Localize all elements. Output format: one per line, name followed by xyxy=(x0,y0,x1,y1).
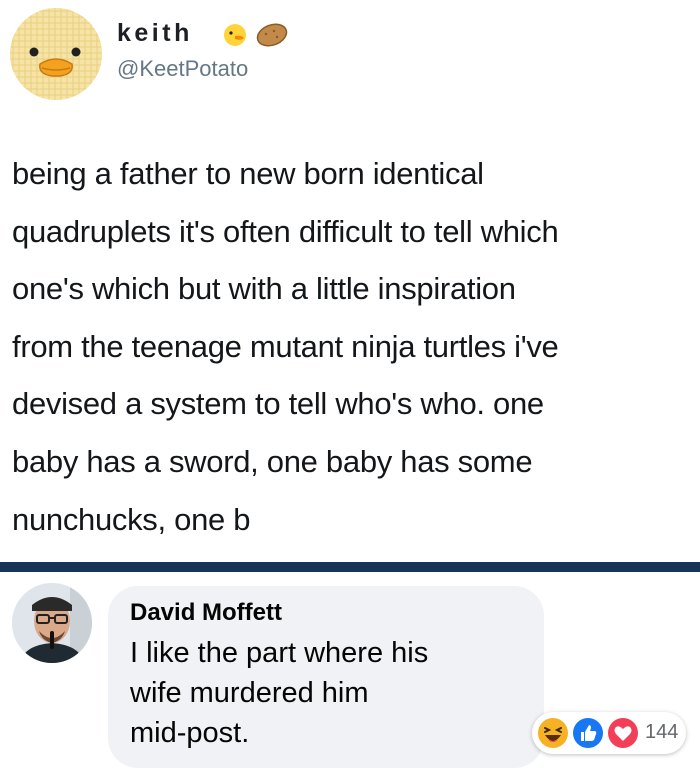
potato-emoji-icon xyxy=(254,22,290,48)
tweet-body: being a father to new born identical qua… xyxy=(12,145,692,548)
section-divider xyxy=(0,562,700,572)
love-reaction-icon xyxy=(607,717,639,749)
tweet-body-line: baby has a sword, one baby has some xyxy=(12,443,533,479)
comment-text-line: wife murdered him xyxy=(130,677,369,709)
tweet-body-line: nunchucks, one b xyxy=(12,501,251,537)
tweet-handle[interactable]: @KeetPotato xyxy=(117,56,248,82)
comment-author[interactable]: David Moffett xyxy=(130,599,282,627)
tweet-display-name[interactable]: keith xyxy=(117,19,193,48)
tweet-body-line: from the teenage mutant ninja turtles i'… xyxy=(12,328,559,364)
commenter-avatar[interactable] xyxy=(12,583,92,663)
tweet-body-line: one's which but with a little inspiratio… xyxy=(12,271,516,307)
haha-reaction-icon xyxy=(537,717,569,749)
like-reaction-icon xyxy=(572,717,604,749)
duck-emoji-icon xyxy=(222,22,248,48)
reactions-pill[interactable]: 144 xyxy=(532,712,686,754)
comment-text: I like the part where his wife murdered … xyxy=(130,633,530,753)
comment-text-line: I like the part where his xyxy=(130,637,429,669)
tweet-body-line: devised a system to tell who's who. one xyxy=(12,386,544,422)
comment-text-line: mid-post. xyxy=(130,717,250,749)
tweet-body-line: quadruplets it's often difficult to tell… xyxy=(12,213,559,249)
tweet-body-line: being a father to new born identical xyxy=(12,156,484,191)
reaction-count: 144 xyxy=(645,721,679,743)
duck-avatar[interactable] xyxy=(10,8,102,100)
